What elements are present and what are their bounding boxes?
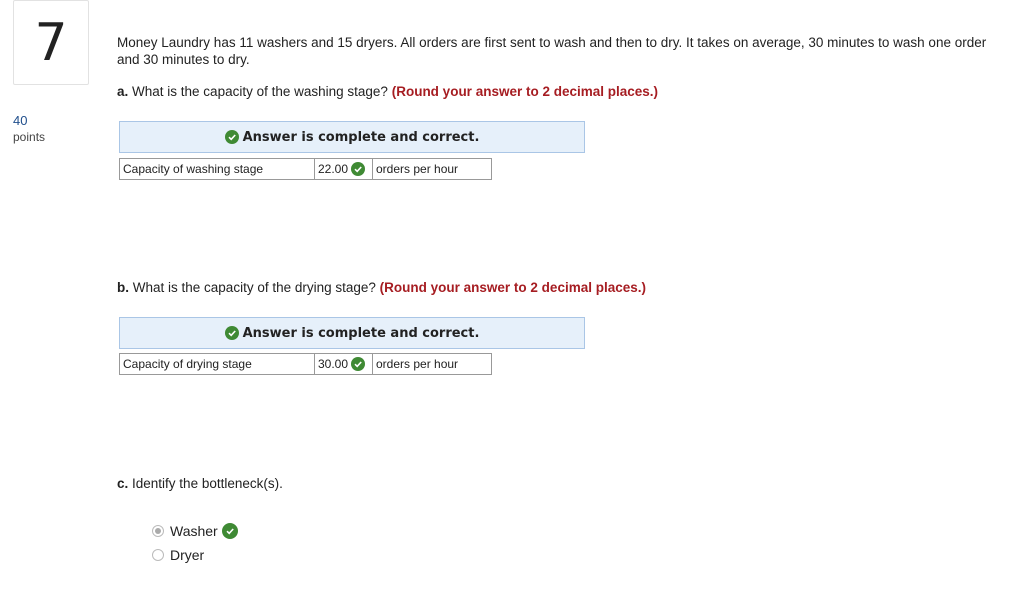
part-b-question: What is the capacity of the drying stage… xyxy=(132,280,376,295)
part-a-answer-field[interactable]: 22.00 xyxy=(315,158,373,180)
part-a-banner-text: Answer is complete and correct. xyxy=(242,129,480,145)
points-label: points xyxy=(13,130,46,144)
check-circle-icon xyxy=(221,523,238,539)
option-washer-label: Washer xyxy=(170,523,218,539)
part-b-answer-value: 30.00 xyxy=(318,357,349,371)
part-b-round-note: (Round your answer to 2 decimal places.) xyxy=(379,280,646,295)
part-c-prompt: c. Identify the bottleneck(s). xyxy=(117,476,283,491)
part-a-round-note: (Round your answer to 2 decimal places.) xyxy=(391,84,659,99)
part-b-label: b. xyxy=(117,280,129,295)
part-b-row-label: Capacity of drying stage xyxy=(119,353,315,375)
check-circle-icon xyxy=(351,162,366,176)
part-b-result-banner: Answer is complete and correct. xyxy=(119,317,585,349)
part-a-unit: orders per hour xyxy=(373,158,492,180)
points-value: 40 xyxy=(13,113,28,128)
part-a-row-label: Capacity of washing stage xyxy=(119,158,315,180)
option-dryer-label: Dryer xyxy=(170,547,205,563)
question-stem: Money Laundry has 11 washers and 15 drye… xyxy=(117,35,987,67)
check-circle-icon xyxy=(224,326,239,340)
radio-button-selected[interactable] xyxy=(152,525,164,537)
check-circle-icon xyxy=(351,357,366,371)
part-b-prompt: b. What is the capacity of the drying st… xyxy=(117,280,646,295)
points-box: 40 points xyxy=(13,113,45,145)
part-c-question: Identify the bottleneck(s). xyxy=(132,476,283,491)
question-number: 7 xyxy=(13,0,89,85)
part-c-label: c. xyxy=(117,476,129,491)
part-a-result-banner: Answer is complete and correct. xyxy=(119,121,585,153)
option-washer[interactable]: Washer xyxy=(152,523,238,539)
part-b-unit: orders per hour xyxy=(373,353,492,375)
check-circle-icon xyxy=(224,130,239,144)
radio-button[interactable] xyxy=(152,549,164,561)
option-dryer[interactable]: Dryer xyxy=(152,547,204,563)
part-a-question: What is the capacity of the washing stag… xyxy=(132,84,388,99)
part-a-answer-value: 22.00 xyxy=(318,162,349,176)
part-a-label: a. xyxy=(117,84,129,99)
part-b-answer-field[interactable]: 30.00 xyxy=(315,353,373,375)
part-a-answer-row: Capacity of washing stage 22.00 orders p… xyxy=(119,158,492,180)
part-a-prompt: a. What is the capacity of the washing s… xyxy=(117,84,658,99)
part-b-answer-row: Capacity of drying stage 30.00 orders pe… xyxy=(119,353,492,375)
part-b-banner-text: Answer is complete and correct. xyxy=(242,325,480,341)
